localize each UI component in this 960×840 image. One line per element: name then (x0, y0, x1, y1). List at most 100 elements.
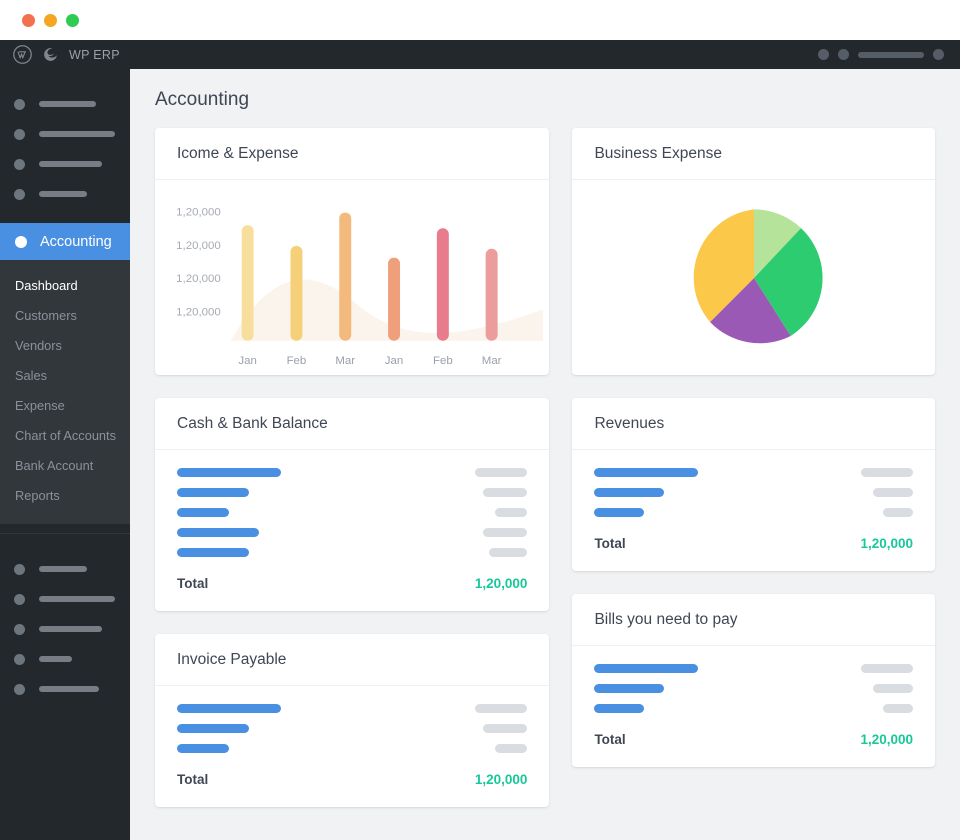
sidebar-top-placeholders (0, 69, 130, 209)
submenu-label: Sales (15, 368, 47, 383)
sidebar-item-bank-account[interactable]: Bank Account (0, 450, 130, 480)
total-label: Total (177, 576, 208, 591)
list-item[interactable] (177, 508, 527, 517)
row-value-bar (177, 508, 229, 517)
row-value-bar (594, 468, 698, 477)
browser-window: WP ERP (0, 0, 960, 840)
dashboard-grid: Icome & Expense 1,20,000 1,20,000 1,20,0… (130, 111, 960, 807)
total-value: 1,20,000 (475, 576, 528, 591)
row-secondary-bar (873, 684, 913, 693)
list-item[interactable] (594, 704, 913, 713)
income-expense-chart: 1,20,000 1,20,000 1,20,000 1,20,000 (155, 180, 549, 375)
accounting-submenu: Dashboard Customers Vendors Sales Expens… (0, 260, 130, 524)
admin-bar-icon-2[interactable] (838, 49, 849, 60)
card-income-expense: Icome & Expense 1,20,000 1,20,000 1,20,0… (155, 128, 549, 375)
menu-label-placeholder (39, 596, 115, 602)
admin-bar-user-placeholder[interactable] (858, 52, 924, 58)
row-secondary-bar (883, 508, 913, 517)
list-item[interactable] (177, 528, 527, 537)
sidebar-item-expense[interactable]: Expense (0, 390, 130, 420)
row-secondary-bar (495, 744, 527, 753)
sidebar-placeholder-item[interactable] (0, 89, 130, 119)
card-body: Total 1,20,000 (155, 450, 549, 611)
sidebar-placeholder-item[interactable] (0, 554, 130, 584)
list-item[interactable] (177, 488, 527, 497)
row-value-bar (594, 508, 644, 517)
menu-label-placeholder (39, 191, 87, 197)
card-title: Revenues (572, 398, 935, 450)
list-item[interactable] (594, 664, 913, 673)
list-item[interactable] (594, 508, 913, 517)
total-label: Total (594, 732, 625, 747)
list-item[interactable] (177, 548, 527, 557)
card-business-expense: Business Expense (572, 128, 935, 375)
admin-bar-icon-1[interactable] (818, 49, 829, 60)
sidebar-item-dashboard[interactable]: Dashboard (0, 270, 130, 300)
x-tick-1: Feb (287, 355, 307, 367)
row-secondary-bar (483, 724, 527, 733)
window-chrome (0, 0, 960, 40)
menu-label-placeholder (39, 161, 102, 167)
sidebar-item-vendors[interactable]: Vendors (0, 330, 130, 360)
window-close-button[interactable] (22, 14, 35, 27)
card-title: Invoice Payable (155, 634, 549, 686)
admin-bar-avatar[interactable] (933, 49, 944, 60)
y-tick-2: 1,20,000 (176, 273, 221, 285)
row-value-bar (594, 488, 664, 497)
sidebar-placeholder-item[interactable] (0, 149, 130, 179)
bills-rows (594, 664, 913, 713)
sidebar-placeholder-item[interactable] (0, 119, 130, 149)
submenu-label: Chart of Accounts (15, 428, 116, 443)
total-value: 1,20,000 (860, 732, 913, 747)
sidebar-item-reports[interactable]: Reports (0, 480, 130, 510)
row-value-bar (177, 468, 281, 477)
x-tick-4: Feb (433, 355, 453, 367)
wp-erp-icon[interactable] (42, 46, 59, 63)
sidebar-item-chart-of-accounts[interactable]: Chart of Accounts (0, 420, 130, 450)
bar-chart-svg: 1,20,000 1,20,000 1,20,000 1,20,000 (161, 194, 543, 375)
sidebar-placeholder-item[interactable] (0, 674, 130, 704)
wordpress-icon[interactable] (13, 45, 32, 64)
total-row: Total 1,20,000 (594, 732, 913, 747)
window-maximize-button[interactable] (66, 14, 79, 27)
sidebar-placeholder-item[interactable] (0, 584, 130, 614)
cash-bank-rows (177, 468, 527, 557)
menu-label-placeholder (39, 656, 72, 662)
menu-bullet-icon (14, 684, 25, 695)
sidebar-placeholder-item[interactable] (0, 644, 130, 674)
sidebar-item-sales[interactable]: Sales (0, 360, 130, 390)
card-title: Business Expense (572, 128, 935, 180)
row-secondary-bar (861, 664, 913, 673)
list-item[interactable] (594, 468, 913, 477)
row-secondary-bar (489, 548, 527, 557)
list-item[interactable] (594, 488, 913, 497)
menu-label-placeholder (39, 686, 99, 692)
accounting-icon (15, 236, 27, 248)
sidebar-placeholder-item[interactable] (0, 614, 130, 644)
menu-label-placeholder (39, 626, 102, 632)
menu-bullet-icon (14, 654, 25, 665)
card-bills-to-pay: Bills you need to pay (572, 594, 935, 767)
list-item[interactable] (177, 724, 527, 733)
y-tick-0: 1,20,000 (176, 207, 221, 219)
list-item[interactable] (594, 684, 913, 693)
row-secondary-bar (495, 508, 527, 517)
total-label: Total (177, 772, 208, 787)
menu-bullet-icon (14, 564, 25, 575)
window-minimize-button[interactable] (44, 14, 57, 27)
sidebar-placeholder-item[interactable] (0, 179, 130, 209)
sidebar-item-accounting[interactable]: Accounting (0, 223, 130, 260)
y-tick-3: 1,20,000 (176, 306, 221, 318)
list-item[interactable] (177, 704, 527, 713)
total-value: 1,20,000 (475, 772, 528, 787)
submenu-label: Expense (15, 398, 65, 413)
list-item[interactable] (177, 744, 527, 753)
menu-bullet-icon (14, 189, 25, 200)
list-item[interactable] (177, 468, 527, 477)
bar-feb-1 (290, 246, 302, 341)
card-invoice-payable: Invoice Payable (155, 634, 549, 807)
sidebar-item-customers[interactable]: Customers (0, 300, 130, 330)
card-cash-bank-balance: Cash & Bank Balance (155, 398, 549, 611)
row-secondary-bar (483, 528, 527, 537)
card-body: Total 1,20,000 (155, 686, 549, 807)
